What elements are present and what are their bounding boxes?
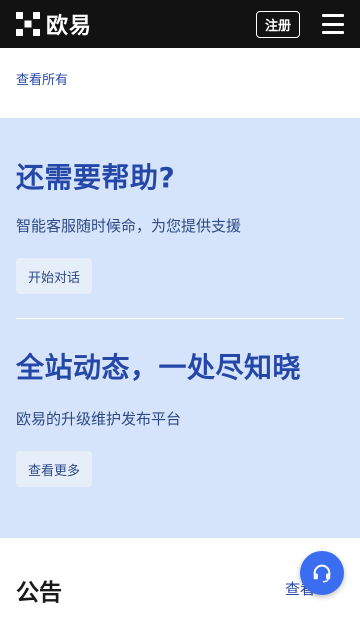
page: 欧易 注册 查看所有 还需要帮助? 智能客服随时候命，为您提供支援 开始对话 全… [0,0,360,640]
view-all-link[interactable]: 查看所有 [16,69,68,88]
header-actions: 注册 [255,10,344,38]
announcements-title: 公告 [16,580,62,606]
headset-icon [313,564,331,583]
menu-bar [322,14,344,17]
register-button[interactable]: 注册 [255,10,300,38]
news-title: 全站动态，一处尽知晓 [16,351,302,384]
view-more-button[interactable]: 查看更多 [16,451,93,487]
menu-bar [322,31,344,34]
hamburger-menu-icon[interactable] [322,14,344,34]
customer-support-button[interactable] [300,551,344,595]
menu-bar [322,22,344,26]
top-navigation-bar: 欧易 注册 [0,0,360,48]
news-description: 欧易的升级维护发布平台 [16,410,182,428]
okx-logo-icon [16,12,40,36]
support-description: 智能客服随时候命，为您提供支援 [16,217,242,235]
help-panel: 还需要帮助? 智能客服随时候命，为您提供支援 开始对话 全站动态，一处尽知晓 欧… [0,118,360,538]
support-title: 还需要帮助? [16,161,176,194]
section-divider [16,318,344,319]
logo[interactable]: 欧易 [16,8,92,40]
logo-text: 欧易 [46,14,93,39]
start-chat-button[interactable]: 开始对话 [16,258,93,294]
